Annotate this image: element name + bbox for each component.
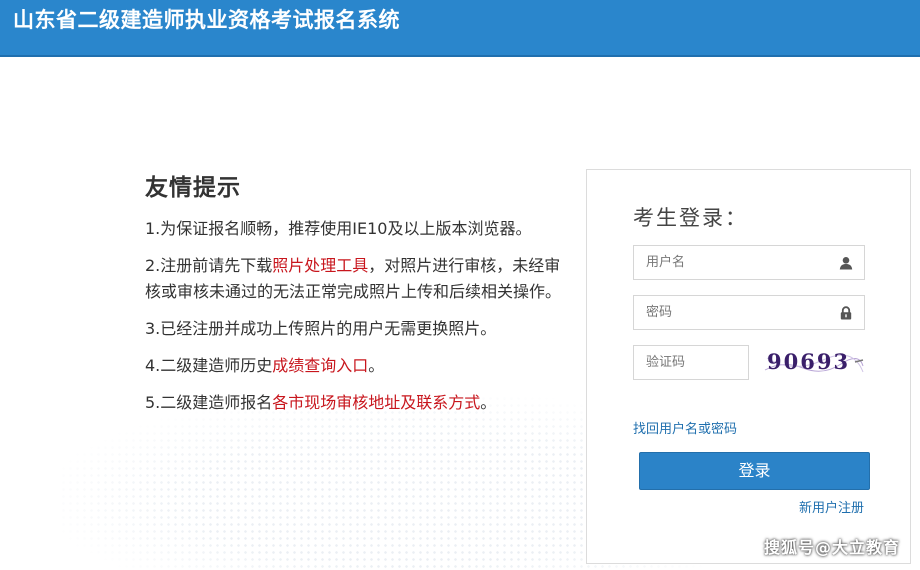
tip-text: 。 (480, 393, 497, 412)
tip-text: 4.二级建造师历史 (145, 356, 273, 375)
tip-text: 。 (368, 356, 385, 375)
tips-heading: 友情提示 (145, 175, 241, 201)
score-query-link[interactable]: 成绩查询入口 (272, 356, 368, 375)
friendly-tips: 友情提示 1.为保证报名顺畅，推荐使用IE10及以上版本浏览器。 2.注册前请先… (145, 168, 575, 427)
tip-text: 2.注册前请先下载 (145, 256, 273, 275)
watermark: 搜狐号@大立教育 (763, 538, 900, 557)
tip-item-2: 2.注册前请先下载照片处理工具，对照片进行审核，未经审核或审核未通过的无法正常完… (145, 253, 575, 305)
tip-item-5: 5.二级建造师报名各市现场审核地址及联系方式。 (145, 390, 575, 416)
captcha-field-wrap (633, 345, 749, 380)
captcha-image[interactable]: 90693 (763, 346, 865, 380)
lock-icon (840, 306, 852, 320)
photo-tool-link[interactable]: 照片处理工具 (272, 256, 368, 275)
tip-item-4: 4.二级建造师历史成绩查询入口。 (145, 353, 575, 379)
register-link[interactable]: 新用户注册 (799, 497, 864, 516)
login-button[interactable]: 登录 (639, 452, 870, 490)
login-title: 考生登录： (633, 206, 748, 230)
header-bar: 山东省二级建造师执业资格考试报名系统 (0, 0, 920, 57)
username-field-wrap (633, 245, 865, 280)
audit-address-link[interactable]: 各市现场审核地址及联系方式 (272, 393, 480, 412)
username-input[interactable] (634, 246, 864, 279)
system-title: 山东省二级建造师执业资格考试报名系统 (13, 8, 400, 32)
tip-item-3: 3.已经注册并成功上传照片的用户无需更换照片。 (145, 319, 497, 338)
captcha-text: 90693 (767, 349, 850, 374)
user-icon (839, 257, 853, 270)
forgot-credentials-link[interactable]: 找回用户名或密码 (633, 418, 737, 437)
tip-text: 5.二级建造师报名 (145, 393, 273, 412)
captcha-input[interactable] (634, 346, 748, 379)
password-input[interactable] (634, 296, 864, 329)
tip-item-1: 1.为保证报名顺畅，推荐使用IE10及以上版本浏览器。 (145, 219, 532, 238)
login-panel: 考生登录： 90693 找回用户名或密码 登录 新用户注册 (586, 169, 911, 564)
password-field-wrap (633, 295, 865, 330)
